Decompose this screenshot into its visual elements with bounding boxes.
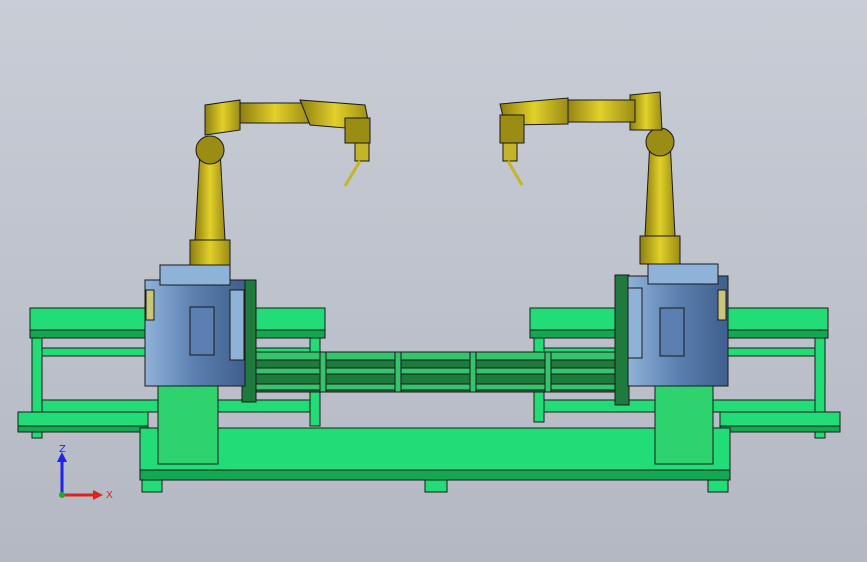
- robot-arm-right-icon[interactable]: [499, 91, 681, 265]
- axis-triad-icon[interactable]: Z X: [48, 440, 118, 510]
- robot-arm-left-icon[interactable]: [189, 99, 371, 266]
- central-base-platform[interactable]: [139, 427, 731, 493]
- weld-fixture-cage[interactable]: [241, 274, 630, 406]
- cad-viewport[interactable]: Z X: [0, 0, 867, 562]
- z-axis-label: Z: [59, 444, 66, 455]
- x-axis-label: X: [106, 490, 113, 501]
- cad-model-scene[interactable]: [0, 0, 867, 562]
